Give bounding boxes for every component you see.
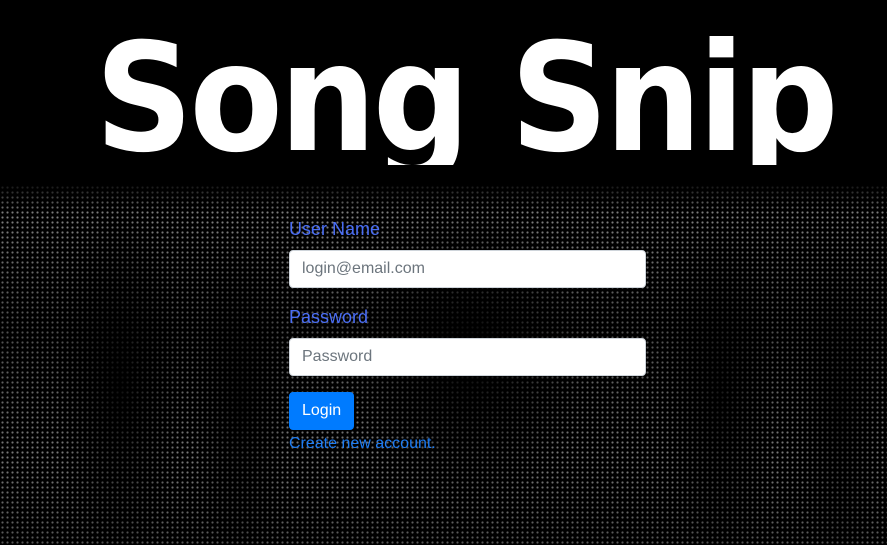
app-logo: Song Snip [95,0,840,165]
username-input[interactable] [289,250,646,288]
login-page: Song Snip User Name Password Login Creat… [0,0,887,545]
password-input[interactable] [289,338,646,376]
password-label: Password [289,307,369,327]
create-account-link[interactable]: Create new account. [289,433,647,455]
logo-graphic: Song Snip [95,12,839,165]
logo-text: Song Snip [95,12,835,165]
login-form: User Name Password Login Create new acco… [289,216,647,455]
username-label: User Name [289,219,381,239]
login-button[interactable]: Login [289,392,355,430]
